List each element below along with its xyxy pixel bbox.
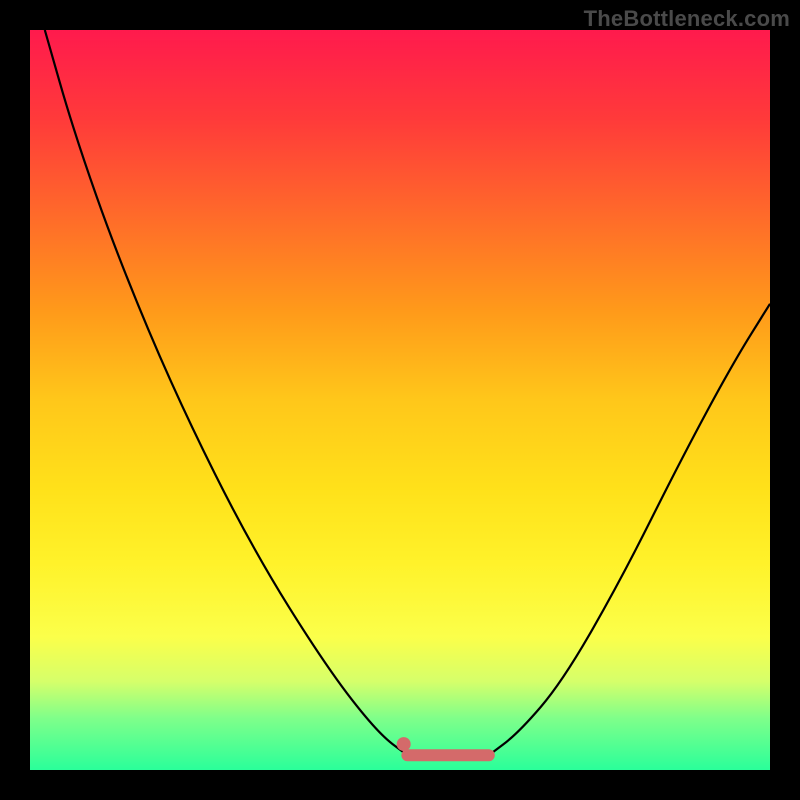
curve-layer — [30, 30, 770, 770]
bottom-marker-dot — [397, 737, 411, 751]
right-curve-line — [489, 304, 770, 755]
left-curve-line — [45, 30, 408, 755]
chart-frame: TheBottleneck.com — [0, 0, 800, 800]
watermark-text: TheBottleneck.com — [584, 6, 790, 32]
plot-area — [30, 30, 770, 770]
